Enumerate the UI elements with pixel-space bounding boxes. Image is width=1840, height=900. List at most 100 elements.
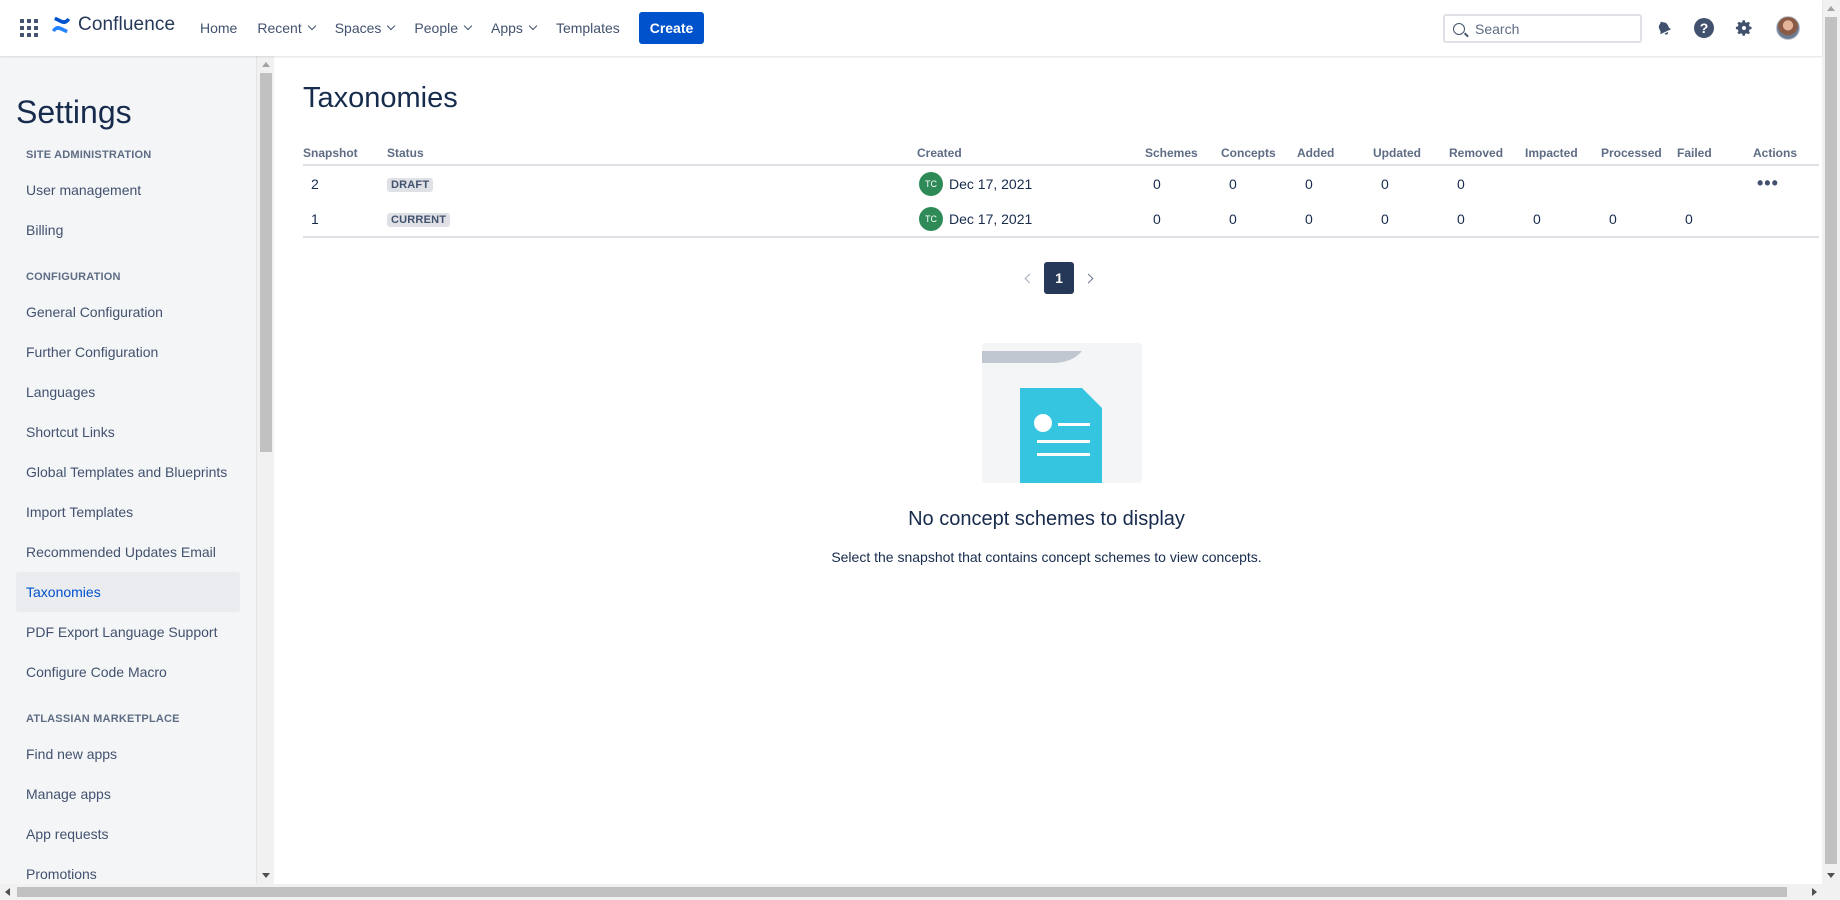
table-row[interactable]: 1 CURRENT TC Dec 17, 2021 0 0 0 0 0 0 0 … bbox=[303, 201, 1819, 238]
page-scrollbar-thumb[interactable] bbox=[1825, 17, 1837, 864]
sidebar-item-global-templates[interactable]: Global Templates and Blueprints bbox=[16, 452, 240, 492]
sidebar-item-configure-code-macro[interactable]: Configure Code Macro bbox=[16, 652, 240, 692]
notifications-bell-icon[interactable] bbox=[1653, 17, 1675, 39]
updated-cell: 0 bbox=[1381, 175, 1389, 192]
sidebar-item-general-configuration[interactable]: General Configuration bbox=[16, 292, 240, 332]
actions-cell bbox=[1753, 201, 1819, 238]
search-input[interactable]: Search bbox=[1443, 14, 1642, 43]
confluence-logo[interactable]: Confluence bbox=[50, 14, 175, 36]
sidebar-item-app-requests[interactable]: App requests bbox=[16, 814, 240, 854]
sidebar-item-find-new-apps[interactable]: Find new apps bbox=[16, 734, 240, 774]
chevron-left-icon[interactable] bbox=[1022, 272, 1034, 284]
sidebar-scrollbar[interactable] bbox=[256, 56, 274, 884]
pagination: 1 bbox=[1022, 262, 1096, 294]
failed-cell bbox=[1677, 165, 1753, 201]
nav-apps[interactable]: Apps bbox=[481, 12, 546, 44]
sidebar-title: Settings bbox=[16, 94, 132, 130]
nav-people[interactable]: People bbox=[404, 12, 481, 44]
nav-spaces-label: Spaces bbox=[334, 20, 382, 36]
col-header[interactable]: Status bbox=[387, 141, 917, 166]
col-header[interactable]: Schemes bbox=[1145, 141, 1221, 166]
page-vertical-scrollbar[interactable] bbox=[1822, 0, 1840, 884]
nav-recent[interactable]: Recent bbox=[247, 12, 324, 44]
sidebar-item-languages[interactable]: Languages bbox=[16, 372, 240, 412]
sidebar-item-billing[interactable]: Billing bbox=[16, 210, 240, 250]
sidebar-item-import-templates[interactable]: Import Templates bbox=[16, 492, 240, 532]
sidebar-item-further-configuration[interactable]: Further Configuration bbox=[16, 332, 240, 372]
col-header[interactable]: Concepts bbox=[1221, 141, 1297, 166]
nav-recent-label: Recent bbox=[257, 20, 302, 36]
sidebar-item-user-management[interactable]: User management bbox=[16, 170, 240, 210]
status-badge: CURRENT bbox=[387, 213, 451, 227]
app-switcher-icon[interactable] bbox=[18, 17, 40, 39]
taxonomies-table: Snapshot Status Created Schemes Concepts… bbox=[303, 141, 1819, 238]
col-header: Actions bbox=[1753, 141, 1819, 166]
sidebar-item-pdf-export-language[interactable]: PDF Export Language Support bbox=[16, 612, 240, 652]
nav-templates[interactable]: Templates bbox=[546, 12, 630, 44]
removed-cell: 0 bbox=[1457, 175, 1465, 192]
col-header[interactable]: Added bbox=[1297, 141, 1373, 166]
chevron-right-icon[interactable] bbox=[1084, 272, 1096, 284]
sidebar-item-shortcut-links[interactable]: Shortcut Links bbox=[16, 412, 240, 452]
status-badge: DRAFT bbox=[387, 178, 434, 192]
col-header[interactable]: Removed bbox=[1449, 141, 1525, 166]
scroll-up-arrow-icon[interactable] bbox=[1827, 6, 1835, 11]
created-cell: TC Dec 17, 2021 bbox=[917, 201, 1145, 238]
sidebar-item-taxonomies[interactable]: Taxonomies bbox=[16, 572, 240, 612]
scroll-down-arrow-icon[interactable] bbox=[1827, 873, 1835, 878]
nav-home[interactable]: Home bbox=[190, 12, 247, 44]
nav-spaces[interactable]: Spaces bbox=[325, 12, 405, 44]
created-date: Dec 17, 2021 bbox=[949, 175, 1033, 192]
help-icon[interactable]: ? bbox=[1693, 17, 1715, 39]
chevron-down-icon bbox=[528, 21, 538, 31]
search-icon bbox=[1453, 22, 1465, 35]
avatar[interactable]: TC bbox=[919, 171, 943, 196]
added-cell: 0 bbox=[1297, 201, 1373, 238]
help-glyph: ? bbox=[1694, 18, 1714, 38]
create-button[interactable]: Create bbox=[639, 12, 704, 44]
search-placeholder: Search bbox=[1475, 20, 1520, 37]
removed-cell: 0 bbox=[1449, 201, 1525, 238]
settings-gear-icon[interactable] bbox=[1733, 17, 1755, 39]
sidebar-item-recommended-updates-email[interactable]: Recommended Updates Email bbox=[16, 532, 240, 572]
sidebar-scrollbar-thumb[interactable] bbox=[260, 73, 272, 452]
settings-sidebar: Settings SITE ADMINISTRATION User manage… bbox=[0, 56, 256, 884]
sidebar-section-heading: SITE ADMINISTRATION bbox=[26, 149, 152, 161]
sidebar-item-promotions[interactable]: Promotions bbox=[16, 854, 240, 884]
table-row[interactable]: 2 DRAFT TC Dec 17, 2021 0 0 0 0 0 ••• bbox=[303, 165, 1819, 201]
impacted-cell: 0 bbox=[1525, 201, 1601, 238]
confluence-logo-icon bbox=[51, 16, 71, 34]
added-cell: 0 bbox=[1305, 175, 1313, 192]
user-avatar[interactable] bbox=[1776, 16, 1800, 40]
col-header[interactable]: Created bbox=[917, 141, 1145, 166]
top-navigation: Confluence Home Recent Spaces People App… bbox=[0, 0, 1822, 56]
col-header[interactable]: Processed bbox=[1601, 141, 1677, 166]
logo-text: Confluence bbox=[78, 14, 176, 35]
col-header[interactable]: Failed bbox=[1677, 141, 1753, 166]
sidebar-section-heading: CONFIGURATION bbox=[26, 271, 121, 283]
empty-state-title: No concept schemes to display bbox=[908, 508, 1185, 530]
more-actions-icon[interactable]: ••• bbox=[1757, 173, 1779, 193]
avatar[interactable]: TC bbox=[919, 206, 943, 231]
sidebar-item-manage-apps[interactable]: Manage apps bbox=[16, 774, 240, 814]
page-hscrollbar-thumb[interactable] bbox=[17, 887, 1787, 897]
page-number-current[interactable]: 1 bbox=[1044, 262, 1074, 294]
chevron-down-icon bbox=[463, 21, 473, 31]
scroll-down-arrow-icon[interactable] bbox=[262, 873, 270, 878]
scroll-up-arrow-icon[interactable] bbox=[262, 62, 270, 67]
snapshot-cell: 1 bbox=[303, 201, 387, 238]
col-header[interactable]: Impacted bbox=[1525, 141, 1601, 166]
page-horizontal-scrollbar[interactable] bbox=[0, 884, 1840, 900]
processed-cell: 0 bbox=[1601, 201, 1677, 238]
created-cell: TC Dec 17, 2021 bbox=[917, 165, 1145, 201]
scroll-right-arrow-icon[interactable] bbox=[1812, 888, 1817, 896]
empty-state-description: Select the snapshot that contains concep… bbox=[831, 549, 1262, 565]
col-header[interactable]: Updated bbox=[1373, 141, 1449, 166]
col-header[interactable]: Snapshot bbox=[303, 141, 387, 166]
created-date: Dec 17, 2021 bbox=[949, 210, 1033, 227]
failed-cell: 0 bbox=[1677, 201, 1753, 238]
scroll-left-arrow-icon[interactable] bbox=[5, 888, 10, 896]
sidebar-section-heading: ATLASSIAN MARKETPLACE bbox=[26, 713, 180, 725]
actions-cell: ••• bbox=[1753, 165, 1819, 201]
nav-people-label: People bbox=[414, 20, 459, 36]
